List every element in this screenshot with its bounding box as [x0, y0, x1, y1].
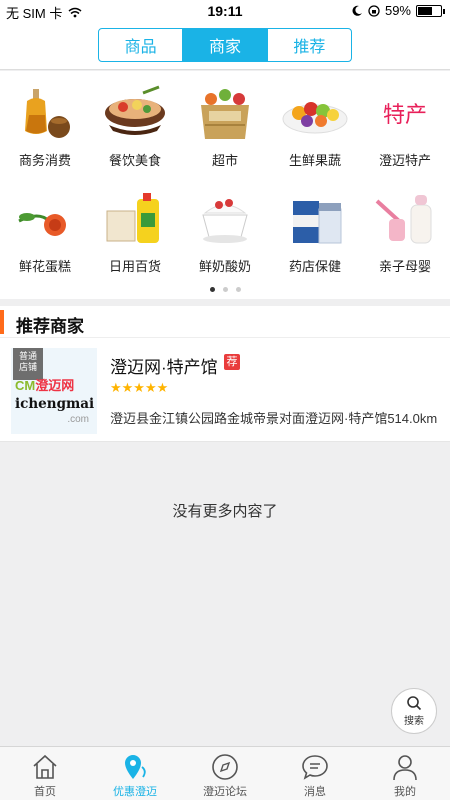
household-goods-icon: [106, 193, 159, 243]
shop-card[interactable]: 普通 店铺 CM澄迈网 ichengmai .com 澄迈网·特产馆 荐 ★★★…: [0, 338, 450, 442]
shop-logo: 普通 店铺 CM澄迈网 ichengmai .com: [11, 348, 97, 434]
category-specialty[interactable]: 特产 澄迈特产: [360, 75, 450, 175]
battery-percent: 59%: [384, 3, 411, 18]
search-icon: [407, 696, 422, 711]
search-button[interactable]: 搜索: [391, 688, 437, 734]
tab-profile[interactable]: 我的: [360, 747, 450, 800]
status-bar: 无 SIM 卡 19:11 59%: [0, 0, 450, 22]
category-label: 澄迈特产: [378, 153, 431, 168]
tab-merchants[interactable]: 商家: [183, 29, 268, 61]
category-pharmacy[interactable]: 药店保健: [270, 181, 360, 281]
logo-cn: 澄迈网: [35, 378, 75, 393]
page-dot[interactable]: [209, 287, 215, 292]
baby-bottle-icon: [375, 195, 432, 244]
location-pin-icon: [125, 755, 146, 779]
home-icon: [33, 754, 57, 779]
store-type-tag-line: 普通: [18, 351, 37, 361]
section-header: 推荐商家: [0, 306, 450, 338]
category-flowers[interactable]: 鲜花蛋糕: [0, 181, 90, 281]
category-label: 亲子母婴: [378, 259, 431, 274]
category-label: 药店保健: [288, 259, 341, 274]
tab-label: 消息: [304, 786, 326, 798]
medicine-icon: [293, 201, 342, 244]
category-supermarket[interactable]: 超市: [180, 75, 270, 175]
grocery-basket-icon: [201, 89, 249, 139]
logo-cm: CM: [15, 378, 36, 393]
page-dot[interactable]: [235, 287, 241, 292]
category-baby[interactable]: 亲子母婴: [360, 181, 450, 281]
battery-icon: [416, 4, 445, 17]
category-fresh[interactable]: 生鲜果蔬: [270, 75, 360, 175]
logo-com: .com: [67, 414, 89, 425]
food-bowl-icon: [105, 85, 165, 135]
category-business[interactable]: 商务消费: [0, 75, 90, 175]
tab-label: 优惠澄迈: [113, 786, 157, 798]
tab-recommended[interactable]: 推荐: [268, 29, 351, 61]
tab-messages[interactable]: 消息: [270, 747, 360, 800]
user-icon: [393, 755, 417, 781]
category-yogurt[interactable]: 鲜奶酸奶: [180, 181, 270, 281]
tab-label: 澄迈论坛: [203, 786, 247, 798]
category-label: 餐饮美食: [108, 153, 161, 168]
chat-bubble-icon: [302, 755, 328, 780]
segmented-tabs: 商品 商家 推荐: [98, 28, 352, 62]
logo-domain: ichengmai: [15, 396, 95, 412]
store-type-tag-line: 店铺: [18, 362, 37, 372]
rating-stars: ★★★★★: [110, 380, 169, 395]
category-household[interactable]: 日用百货: [90, 181, 180, 281]
category-label: 商务消费: [18, 153, 71, 168]
page-indicator: [0, 287, 450, 292]
moon-icon: [352, 5, 362, 16]
page-dot[interactable]: [222, 287, 228, 292]
category-food[interactable]: 餐饮美食: [90, 75, 180, 175]
category-label: 日用百货: [108, 259, 161, 274]
no-more-content: 没有更多内容了: [172, 503, 278, 520]
tab-label: 我的: [394, 786, 416, 798]
tab-label: 首页: [34, 786, 56, 798]
category-label: 生鲜果蔬: [288, 153, 341, 168]
search-button-label: 搜索: [404, 716, 424, 727]
rotation-lock-icon: [368, 4, 380, 17]
header: 商品 商家 推荐: [0, 22, 450, 70]
logo-brand: CM澄迈网: [15, 375, 74, 394]
shop-address: 澄迈县金江镇公园路金城帝景对面澄迈网·特产馆514.0km: [110, 411, 438, 426]
category-grid: 商务消费 餐饮美食 超市 生鲜果蔬 特产 澄迈特产 鲜花蛋糕 日用百货 鲜奶酸奶…: [0, 71, 450, 299]
tab-forum[interactable]: 澄迈论坛: [180, 747, 270, 800]
flower-icon: [18, 213, 66, 236]
compass-icon: [212, 754, 238, 780]
section-title: 推荐商家: [16, 317, 84, 336]
bottom-tab-bar: 首页 优惠澄迈 澄迈论坛 消息 我的: [0, 746, 450, 800]
category-label: 鲜奶酸奶: [198, 259, 251, 274]
liquor-icon: [25, 89, 70, 138]
fruit-platter-icon: [282, 102, 348, 134]
shop-name: 澄迈网·特产馆: [110, 358, 218, 377]
specialty-text-icon: 特产: [382, 102, 427, 127]
section-accent-bar: [0, 310, 4, 334]
tab-deals[interactable]: 优惠澄迈: [90, 747, 180, 800]
yogurt-icon: [202, 199, 248, 243]
tab-goods[interactable]: 商品: [99, 29, 184, 61]
category-label: 超市: [211, 153, 238, 168]
recommended-badge: 荐: [224, 354, 240, 370]
tab-home[interactable]: 首页: [0, 747, 90, 800]
category-label: 鲜花蛋糕: [18, 259, 71, 274]
